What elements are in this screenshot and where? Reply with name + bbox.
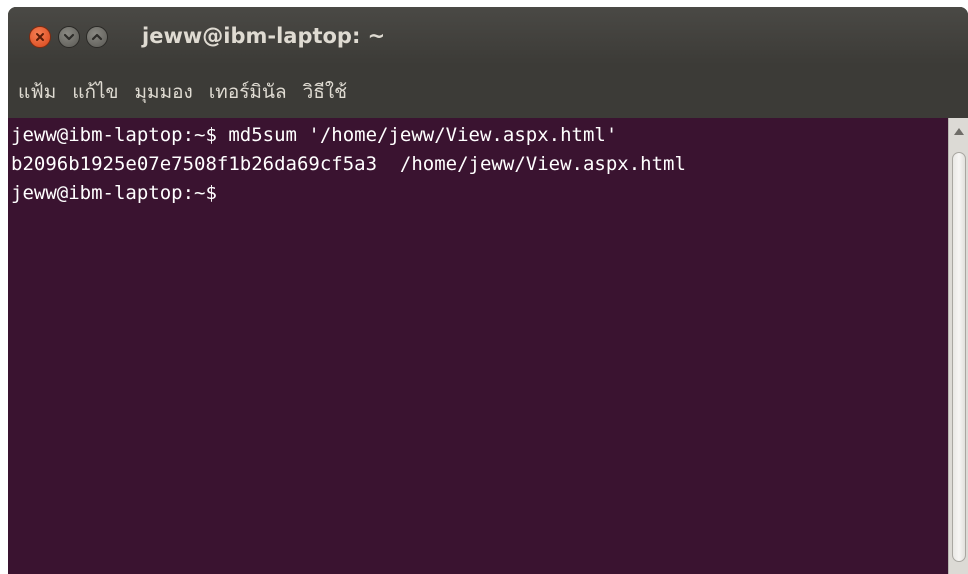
minimize-button[interactable]	[58, 26, 80, 48]
menu-bar: แฟ้ม แก้ไข มุมมอง เทอร์มินัล วิธีใช้	[8, 65, 968, 118]
vertical-scrollbar[interactable]	[948, 118, 968, 574]
terminal-line-prompt: jeww@ibm-laptop:~$	[11, 182, 229, 204]
menu-file[interactable]: แฟ้ม	[10, 71, 64, 113]
maximize-button[interactable]	[86, 26, 108, 48]
arrow-up-icon[interactable]	[954, 128, 964, 135]
menu-edit[interactable]: แก้ไข	[64, 71, 126, 113]
terminal-line-output: b2096b1925e07e7508f1b26da69cf5a3 /home/j…	[11, 153, 686, 175]
close-button[interactable]	[29, 26, 51, 48]
terminal-window: jeww@ibm-laptop: ~ แฟ้ม แก้ไข มุมมอง เทอ…	[8, 7, 968, 574]
terminal-output[interactable]: jeww@ibm-laptop:~$ md5sum '/home/jeww/Vi…	[8, 118, 948, 574]
close-icon	[36, 33, 44, 41]
menu-terminal[interactable]: เทอร์มินัล	[201, 71, 295, 113]
menu-help[interactable]: วิธีใช้	[295, 71, 355, 113]
title-bar[interactable]: jeww@ibm-laptop: ~	[8, 7, 968, 65]
terminal-line-command: jeww@ibm-laptop:~$ md5sum '/home/jeww/Vi…	[11, 124, 618, 146]
maximize-icon	[91, 33, 103, 41]
menu-view[interactable]: มุมมอง	[127, 71, 201, 113]
minimize-icon	[63, 33, 75, 41]
window-title: jeww@ibm-laptop: ~	[142, 24, 386, 48]
scrollbar-thumb[interactable]	[952, 152, 966, 562]
